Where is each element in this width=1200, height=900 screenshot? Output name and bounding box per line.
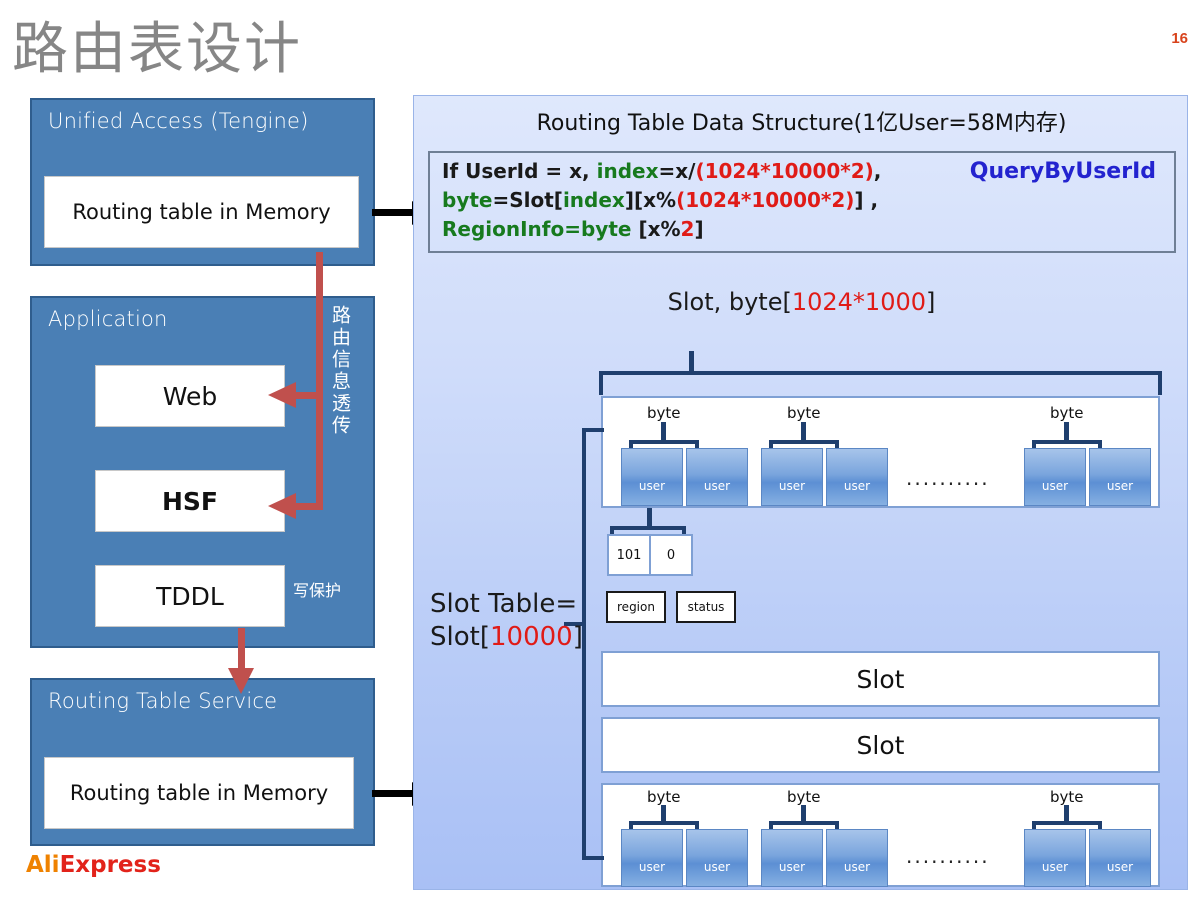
- detail-cell-status-value: 0: [649, 536, 691, 574]
- detail-byte-pair: 101 0: [607, 534, 693, 576]
- label-slot-byte-capacity: Slot, byte[1024*1000]: [414, 288, 1189, 316]
- user-box-2a[interactable]: user: [761, 448, 823, 506]
- text-run: 10000: [489, 621, 573, 652]
- user-box-1b[interactable]: user: [686, 448, 748, 506]
- text-run: [x%: [631, 217, 681, 241]
- user-box-6a[interactable]: user: [1024, 829, 1086, 887]
- byte-stem-2: [801, 422, 806, 442]
- slide-canvas: 路由表设计 16 Unified Access (Tengine) Routin…: [0, 0, 1200, 900]
- red-connector-vertical: [316, 252, 323, 510]
- ellipsis-top: ..........: [906, 466, 990, 490]
- text-run: 2: [680, 217, 695, 241]
- panel-header-routing-table: Routing Table Data Structure(1亿User=58M内…: [536, 111, 1067, 136]
- text-run: Slot, byte[: [667, 288, 792, 316]
- text-run: ]: [926, 288, 936, 316]
- brand-ali: Ali: [26, 852, 60, 878]
- slot-table-brace: [582, 428, 604, 860]
- byte-label-2: byte: [787, 404, 821, 422]
- byte-label-4: byte: [647, 788, 681, 806]
- text-run: 1024*1000: [791, 288, 926, 316]
- red-arrow-web: [268, 382, 296, 408]
- box-routing-table-memory-access[interactable]: Routing table in Memory: [44, 176, 359, 248]
- aliexpress-logo: AliExpress: [26, 852, 161, 878]
- text-run: ,: [873, 159, 882, 183]
- label-write-protect: 写保护: [293, 581, 342, 600]
- formula-box: If UserId = x, index=x/(1024*10000*2), b…: [428, 151, 1176, 253]
- text-run: If UserId = x,: [442, 159, 597, 183]
- user-box-4a[interactable]: user: [621, 829, 683, 887]
- user-box-5a[interactable]: user: [761, 829, 823, 887]
- slide-number: 16: [1171, 30, 1188, 47]
- label-route-info-passthrough: 路由信息透传: [329, 305, 351, 437]
- slot-row-1[interactable]: Slot: [601, 651, 1160, 707]
- text-run: index: [562, 188, 625, 212]
- text-run: ] ,: [854, 188, 879, 212]
- formula-line-2: byte=Slot[index][x%(1024*10000*2)] ,: [442, 188, 878, 212]
- panel-title-application: Application: [48, 307, 168, 331]
- formula-line-3: RegionInfo=byte [x%2]: [442, 217, 704, 241]
- tag-status: status: [676, 591, 736, 623]
- user-box-6b[interactable]: user: [1089, 829, 1151, 887]
- text-run: (1024*10000*2): [695, 159, 874, 183]
- bracket-stem-top: [689, 351, 694, 373]
- byte-label-3: byte: [1050, 404, 1084, 422]
- text-run: (1024*10000*2): [676, 188, 855, 212]
- text-run: =Slot[: [492, 188, 563, 212]
- red-connector-web-stub: [295, 392, 323, 399]
- red-connector-hsf-stub: [295, 503, 323, 510]
- text-run: Slot Table=: [430, 589, 578, 619]
- user-box-1a[interactable]: user: [621, 448, 683, 506]
- text-run: Slot[: [430, 621, 490, 652]
- formula-line-1: If UserId = x, index=x/(1024*10000*2),: [442, 159, 881, 183]
- bracket-top: [599, 371, 1162, 395]
- ellipsis-bottom: ..........: [906, 844, 990, 868]
- user-box-4b[interactable]: user: [686, 829, 748, 887]
- text-run: ]: [694, 217, 704, 241]
- user-box-3b[interactable]: user: [1089, 448, 1151, 506]
- text-run: index: [596, 159, 659, 183]
- box-web[interactable]: Web: [95, 365, 285, 427]
- box-tddl[interactable]: TDDL: [95, 565, 285, 627]
- red-connector-down: [238, 628, 245, 670]
- tag-region: region: [606, 591, 666, 623]
- user-box-3a[interactable]: user: [1024, 448, 1086, 506]
- label-query-by-userid: QueryByUserId: [969, 159, 1156, 184]
- black-arrow-line-top: [372, 209, 414, 216]
- detail-stem-up: [647, 508, 652, 526]
- text-run: =x/: [658, 159, 696, 183]
- byte-label-6: byte: [1050, 788, 1084, 806]
- red-arrow-hsf: [268, 493, 296, 519]
- box-hsf[interactable]: HSF: [95, 470, 285, 532]
- byte-stem-1: [661, 422, 666, 442]
- byte-label-1: byte: [647, 404, 681, 422]
- byte-stem-3: [1064, 422, 1069, 442]
- panel-title-unified-access: Unified Access (Tengine): [48, 109, 309, 133]
- user-box-2b[interactable]: user: [826, 448, 888, 506]
- red-arrow-down: [228, 668, 254, 694]
- detail-cell-region-value: 101: [609, 536, 649, 574]
- text-run: byte: [442, 188, 493, 212]
- label-slot-table: Slot Table= Slot[10000]: [430, 588, 583, 653]
- text-run: RegionInfo=byte: [442, 217, 632, 241]
- user-box-5b[interactable]: user: [826, 829, 888, 887]
- box-routing-table-memory-service[interactable]: Routing table in Memory: [44, 757, 354, 829]
- page-title: 路由表设计: [12, 17, 302, 82]
- byte-label-5: byte: [787, 788, 821, 806]
- text-run: ]: [572, 621, 583, 652]
- text-run: ][x%: [624, 188, 677, 212]
- routing-table-data-structure-panel: Routing Table Data Structure(1亿User=58M内…: [413, 95, 1188, 890]
- slot-row-2[interactable]: Slot: [601, 717, 1160, 773]
- black-arrow-line-bottom: [372, 790, 414, 797]
- brand-express: Express: [59, 852, 161, 878]
